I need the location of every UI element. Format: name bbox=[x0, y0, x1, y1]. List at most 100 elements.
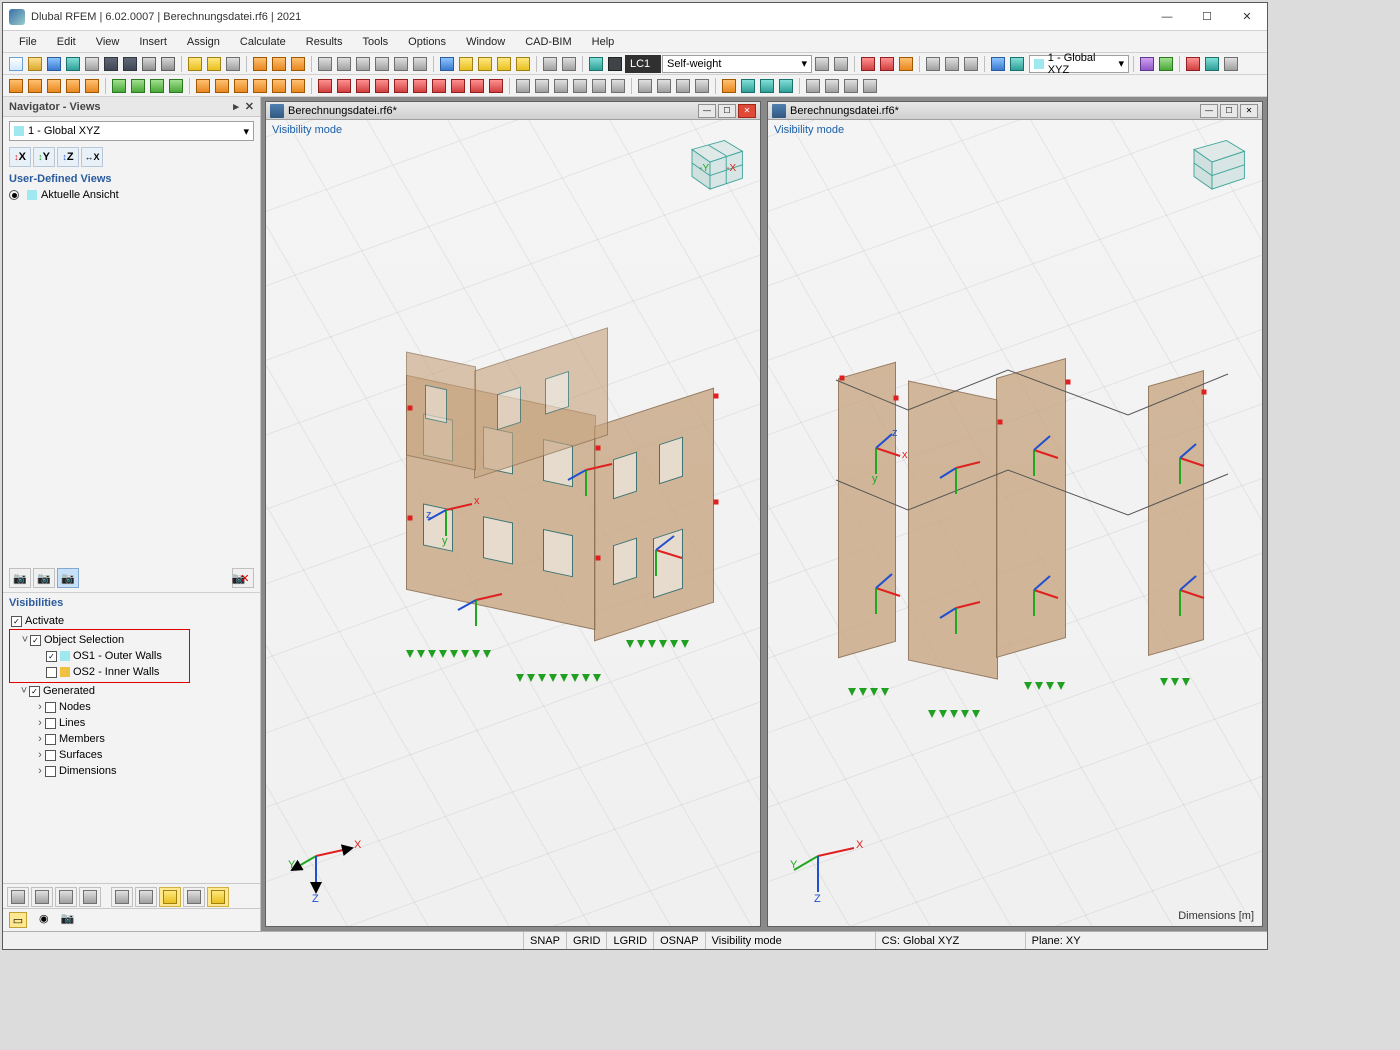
panel-close-icon[interactable]: ✕ bbox=[245, 100, 254, 113]
vw3-icon[interactable] bbox=[552, 77, 570, 95]
dim2-icon[interactable] bbox=[560, 55, 578, 73]
dimensions-checkbox[interactable] bbox=[45, 766, 56, 777]
vp2-max-icon[interactable]: ☐ bbox=[1220, 104, 1238, 118]
ld1-icon[interactable] bbox=[316, 77, 334, 95]
nodes-checkbox[interactable] bbox=[45, 702, 56, 713]
drop-icon[interactable] bbox=[1222, 55, 1240, 73]
activate-checkbox[interactable] bbox=[11, 616, 22, 627]
line5-icon[interactable] bbox=[270, 77, 288, 95]
menu-results[interactable]: Results bbox=[296, 34, 353, 50]
vp1-max-icon[interactable]: ☐ bbox=[718, 104, 736, 118]
res1-icon[interactable] bbox=[924, 55, 942, 73]
vp1-min-icon[interactable]: — bbox=[698, 104, 716, 118]
view-cube-icon[interactable] bbox=[1176, 130, 1248, 196]
vp2-canvas[interactable]: Visibility mode bbox=[768, 120, 1262, 926]
printpv-icon[interactable] bbox=[159, 55, 177, 73]
ld8-icon[interactable] bbox=[449, 77, 467, 95]
status-snap[interactable]: SNAP bbox=[523, 932, 566, 949]
ax2-icon[interactable] bbox=[823, 77, 841, 95]
zoom3-icon[interactable] bbox=[476, 55, 494, 73]
load2-icon[interactable] bbox=[878, 55, 896, 73]
res2-icon[interactable] bbox=[943, 55, 961, 73]
navbtn-8-icon[interactable] bbox=[183, 887, 205, 907]
zoom5-icon[interactable] bbox=[514, 55, 532, 73]
sheet2-icon[interactable] bbox=[335, 55, 353, 73]
box4-icon[interactable] bbox=[777, 77, 795, 95]
line1-icon[interactable] bbox=[194, 77, 212, 95]
os2-row[interactable]: OS2 - Inner Walls bbox=[10, 664, 189, 680]
obj4-icon[interactable] bbox=[64, 77, 82, 95]
menu-help[interactable]: Help bbox=[582, 34, 625, 50]
sheet3-icon[interactable] bbox=[354, 55, 372, 73]
ax4-icon[interactable] bbox=[861, 77, 879, 95]
ld5-icon[interactable] bbox=[392, 77, 410, 95]
sheet5-icon[interactable] bbox=[392, 55, 410, 73]
navbtn-6-icon[interactable] bbox=[135, 887, 157, 907]
table-icon[interactable] bbox=[224, 55, 242, 73]
new-icon[interactable] bbox=[7, 55, 25, 73]
saveall-icon[interactable] bbox=[121, 55, 139, 73]
box2-icon[interactable] bbox=[739, 77, 757, 95]
navbtn-1-icon[interactable] bbox=[7, 887, 29, 907]
navbtn-3-icon[interactable] bbox=[55, 887, 77, 907]
grid2-icon[interactable] bbox=[1008, 55, 1026, 73]
ld3-icon[interactable] bbox=[354, 77, 372, 95]
open-icon[interactable] bbox=[26, 55, 44, 73]
current-view-item[interactable]: Aktuelle Ansicht bbox=[3, 187, 260, 205]
sel1-icon[interactable] bbox=[636, 77, 654, 95]
minimize-button[interactable]: — bbox=[1147, 3, 1187, 31]
sheet4-icon[interactable] bbox=[373, 55, 391, 73]
ld2-icon[interactable] bbox=[335, 77, 353, 95]
menu-edit[interactable]: Edit bbox=[47, 34, 86, 50]
ld6-icon[interactable] bbox=[411, 77, 429, 95]
menu-view[interactable]: View bbox=[86, 34, 130, 50]
line6-icon[interactable] bbox=[289, 77, 307, 95]
line3-icon[interactable] bbox=[232, 77, 250, 95]
gears-icon[interactable] bbox=[64, 55, 82, 73]
obj2-icon[interactable] bbox=[26, 77, 44, 95]
vp2-close-icon[interactable]: ✕ bbox=[1240, 104, 1258, 118]
ax3-icon[interactable] bbox=[842, 77, 860, 95]
load1-icon[interactable] bbox=[859, 55, 877, 73]
menu-options[interactable]: Options bbox=[398, 34, 456, 50]
vw6-icon[interactable] bbox=[609, 77, 627, 95]
line2-icon[interactable] bbox=[213, 77, 231, 95]
camera-delete-icon[interactable]: 📷✕ bbox=[232, 568, 254, 588]
lock-icon[interactable] bbox=[1184, 55, 1202, 73]
vw2-icon[interactable] bbox=[533, 77, 551, 95]
status-lgrid[interactable]: LGRID bbox=[606, 932, 653, 949]
menu-tools[interactable]: Tools bbox=[352, 34, 398, 50]
os1-checkbox[interactable] bbox=[46, 651, 57, 662]
ld4-icon[interactable] bbox=[373, 77, 391, 95]
object-selection-checkbox[interactable] bbox=[30, 635, 41, 646]
loadcase-combo[interactable]: Self-weight ▾ bbox=[662, 55, 812, 73]
supp3-icon[interactable] bbox=[148, 77, 166, 95]
activate-checkbox-row[interactable]: Activate bbox=[9, 613, 260, 629]
sel3-icon[interactable] bbox=[674, 77, 692, 95]
vw1-icon[interactable] bbox=[514, 77, 532, 95]
ax1-icon[interactable] bbox=[804, 77, 822, 95]
camera-3-icon[interactable]: 📷 bbox=[57, 568, 79, 588]
box1-icon[interactable] bbox=[720, 77, 738, 95]
axis-z-button[interactable]: ↕Z bbox=[57, 147, 79, 167]
menu-window[interactable]: Window bbox=[456, 34, 515, 50]
generated-row[interactable]: ˅ Generated bbox=[9, 683, 260, 699]
tab-eye-icon[interactable]: ◉ bbox=[39, 912, 49, 928]
obj3-icon[interactable] bbox=[45, 77, 63, 95]
axis-x-button[interactable]: ↕X bbox=[9, 147, 31, 167]
tab-camera-icon[interactable]: 📷 bbox=[61, 912, 75, 928]
zoom2-icon[interactable] bbox=[457, 55, 475, 73]
vp1-canvas[interactable]: Visibility mode -Y-X bbox=[266, 120, 760, 926]
supp4-icon[interactable] bbox=[167, 77, 185, 95]
maximize-button[interactable]: ☐ bbox=[1187, 3, 1227, 31]
ld10-icon[interactable] bbox=[487, 77, 505, 95]
load3-icon[interactable] bbox=[897, 55, 915, 73]
zoom1-icon[interactable] bbox=[438, 55, 456, 73]
line4-icon[interactable] bbox=[251, 77, 269, 95]
sel2-icon[interactable] bbox=[655, 77, 673, 95]
camera-2-icon[interactable]: 📷 bbox=[33, 568, 55, 588]
global-cs-combo[interactable]: 1 - Global XYZ ▾ bbox=[1029, 55, 1129, 73]
zoom4-icon[interactable] bbox=[495, 55, 513, 73]
close-button[interactable]: ✕ bbox=[1227, 3, 1267, 31]
vp2-min-icon[interactable]: — bbox=[1200, 104, 1218, 118]
